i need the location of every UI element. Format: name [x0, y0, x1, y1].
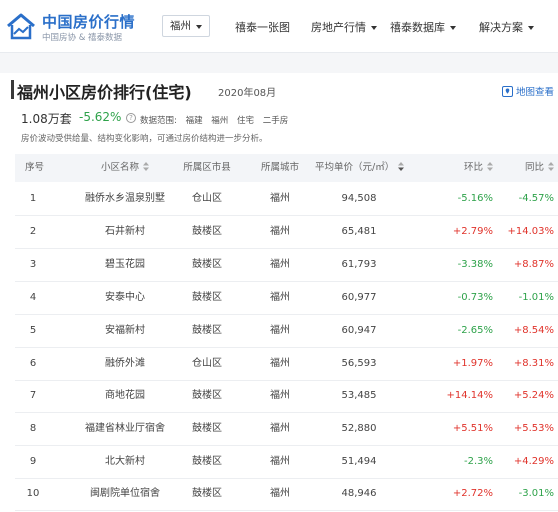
table-row[interactable]: 2 石井新村 鼓楼区 福州 65,481 +2.79% +14.03%: [15, 216, 558, 249]
table-row[interactable]: 5 安福新村 鼓楼区 福州 60,947 -2.65% +8.54%: [15, 315, 558, 348]
listing-change: -5.62%: [79, 110, 122, 124]
header-city: 所属城市: [260, 162, 299, 173]
chevron-down-icon: [371, 26, 377, 30]
title-accent-bar: [11, 80, 14, 99]
table-row[interactable]: 3 碧玉花园 鼓楼区 福州 61,793 -3.38% +8.87%: [15, 249, 558, 282]
table-row[interactable]: 8 福建省林业厅宿舍 鼓楼区 福州 52,880 +5.51% +5.53%: [15, 413, 558, 446]
nav-item-solutions[interactable]: 解决方案: [479, 19, 534, 35]
page-date: 2020年08月: [218, 88, 277, 99]
community-name-link[interactable]: 商地花园: [57, 380, 193, 412]
note-text: 房价波动受供给量、结构变化影响，可通过房价结构进一步分析。: [21, 134, 268, 144]
header-name[interactable]: 小区名称: [57, 154, 193, 182]
header-yoy[interactable]: 同比: [491, 154, 554, 182]
chevron-down-icon: [528, 26, 534, 30]
community-name-link[interactable]: 融侨水乡温泉别墅: [57, 183, 193, 215]
scope-city: 福州: [211, 116, 229, 126]
table-row[interactable]: 6 融侨外滩 仓山区 福州 56,593 +1.97% +8.31%: [15, 348, 558, 381]
community-name-link[interactable]: 北大新村: [57, 446, 193, 478]
community-name-link[interactable]: 碧玉花园: [57, 249, 193, 281]
community-name-link[interactable]: 闽剧院单位宿舍: [57, 478, 193, 510]
table-row[interactable]: 9 北大新村 鼓楼区 福州 51,494 -2.3% +4.29%: [15, 446, 558, 479]
community-name-link[interactable]: 融侨外滩: [57, 348, 193, 380]
house-logo-icon[interactable]: [6, 11, 36, 41]
table-row[interactable]: 10 闽剧院单位宿舍 鼓楼区 福州 48,946 +2.72% -3.01%: [15, 478, 558, 511]
community-name-link[interactable]: 安福新村: [57, 315, 193, 347]
data-scope-label: 数据范围:: [140, 116, 177, 126]
nav-item-market[interactable]: 房地产行情: [311, 19, 377, 35]
header-rank: 序号: [25, 162, 45, 173]
community-name-link[interactable]: 安泰中心: [57, 282, 193, 314]
sort-icon: [548, 162, 554, 171]
listing-count: 1.08万套: [21, 112, 72, 126]
page-title: 福州小区房价排行(住宅): [17, 83, 192, 102]
city-select[interactable]: 福州: [162, 15, 210, 37]
nav-item-database[interactable]: 禧泰数据库: [390, 19, 456, 35]
table-row[interactable]: 1 融侨水乡温泉别墅 仓山区 福州 94,508 -5.16% -4.57%: [15, 183, 558, 216]
logo-title[interactable]: 中国房价行情: [42, 11, 135, 32]
sort-icon: [143, 162, 149, 171]
community-name-link[interactable]: 福建省林业厅宿舍: [57, 413, 193, 445]
table-header: 序号 小区名称 所属区市县 所属城市 平均单价（元/㎡） 环比 同比: [15, 154, 558, 182]
scope-market: 二手房: [262, 116, 289, 126]
data-scope: 数据范围: 福建 福州 住宅 二手房: [140, 114, 294, 126]
header-district: 所属区市县: [183, 162, 231, 173]
content-gap: [0, 53, 558, 73]
table-row[interactable]: 4 安泰中心 鼓楼区 福州 60,977 -0.73% -1.01%: [15, 282, 558, 315]
city-select-value: 福州: [170, 20, 191, 32]
header-mom[interactable]: 环比: [423, 154, 493, 182]
help-icon[interactable]: ?: [126, 113, 136, 123]
scope-type: 住宅: [237, 116, 255, 126]
header-price[interactable]: 平均单价（元/㎡）: [315, 154, 405, 182]
logo-subtitle: 中国房协 & 禧泰数据: [42, 33, 123, 43]
table-row[interactable]: 7 商地花园 鼓楼区 福州 53,485 +14.14% +5.24%: [15, 380, 558, 413]
scope-province: 福建: [185, 116, 203, 126]
chevron-down-icon: [450, 26, 456, 30]
map-pin-icon: [502, 86, 513, 97]
community-name-link[interactable]: 石井新村: [57, 216, 193, 248]
nav-item-map[interactable]: 禧泰一张图: [235, 19, 290, 35]
top-header: 中国房价行情 中国房协 & 禧泰数据 福州 禧泰一张图 房地产行情 禧泰数据库 …: [0, 0, 558, 52]
sort-icon: [398, 162, 405, 171]
chevron-down-icon: [196, 25, 202, 29]
map-view-link[interactable]: 地图查看: [502, 84, 554, 98]
